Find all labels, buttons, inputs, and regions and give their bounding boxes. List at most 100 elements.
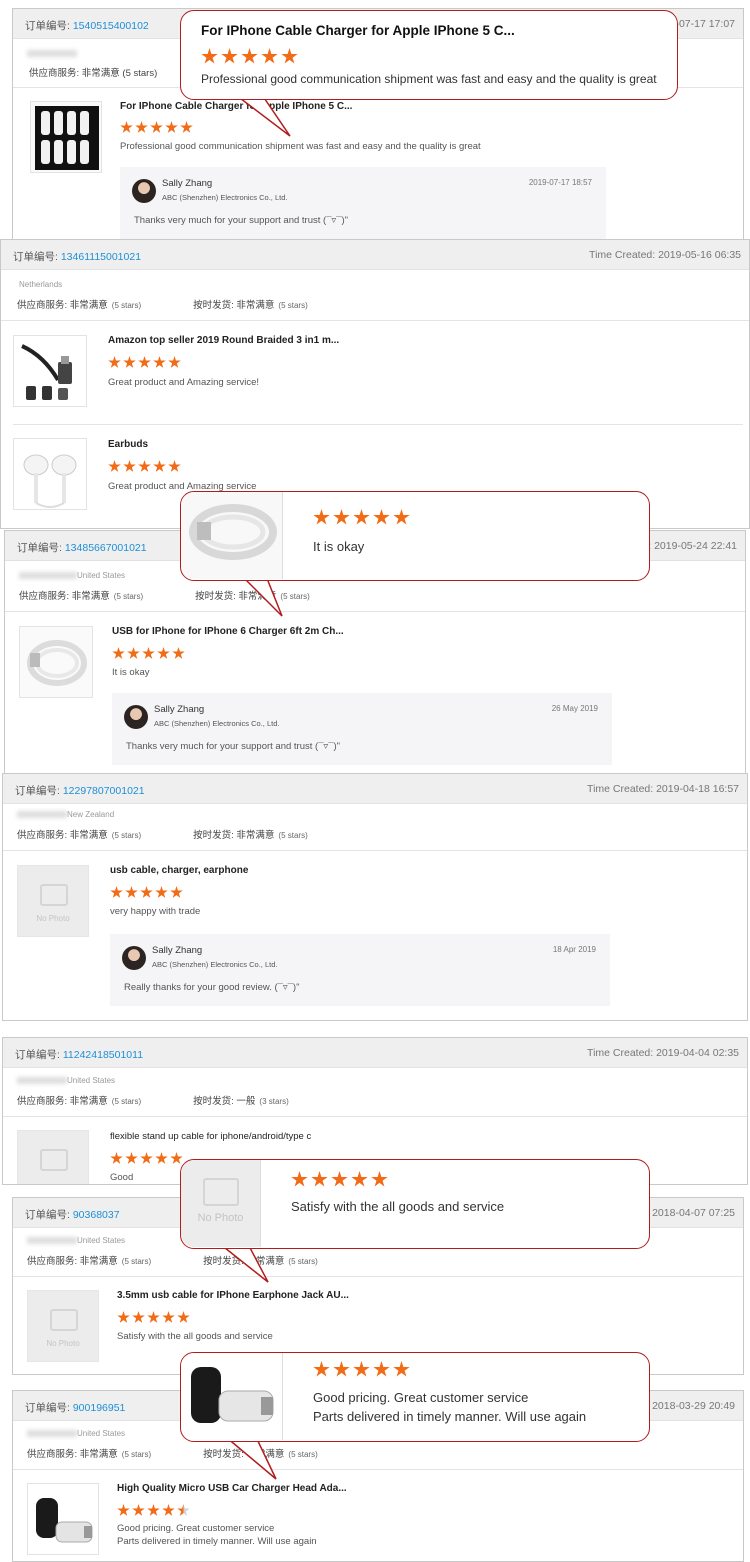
product-thumbnail[interactable] xyxy=(30,101,102,173)
star-icon xyxy=(117,1311,130,1323)
star-icon xyxy=(201,48,218,64)
review-text: Professional good communication shipment… xyxy=(120,141,481,152)
star-icon xyxy=(108,356,121,368)
buyer-country: United States xyxy=(77,1429,126,1438)
star-icon xyxy=(155,886,168,898)
buyer-info: United States xyxy=(17,1076,115,1085)
callout-bubble-4: Good pricing. Great customer service Par… xyxy=(180,1352,650,1442)
product-rating-stars xyxy=(110,886,185,900)
product-title[interactable]: For IPhone Cable Charger for Apple IPhon… xyxy=(120,101,352,112)
shipping-stars: (3 stars) xyxy=(259,1097,289,1106)
star-icon xyxy=(150,121,163,133)
shipping-service: 按时发货: 非常满意 xyxy=(195,591,277,602)
star-icon xyxy=(140,1152,153,1164)
order-header: 订单编号: 13461115001021 Time Created: 2019-… xyxy=(1,240,749,270)
buyer-info: United States xyxy=(27,1236,125,1245)
supplier-stars: (5 stars) xyxy=(121,1450,152,1459)
order-label-row: 订单编号: 13485667001021 xyxy=(17,540,147,555)
callout-product-image xyxy=(181,492,283,579)
avatar xyxy=(124,705,148,729)
product-title[interactable]: Earbuds xyxy=(108,439,148,450)
image-placeholder-icon xyxy=(40,1149,68,1171)
star-icon xyxy=(147,1311,160,1323)
product-thumbnail[interactable] xyxy=(13,438,87,510)
review-text-line-1: Good pricing. Great customer service xyxy=(117,1523,275,1534)
star-icon xyxy=(291,1171,308,1187)
star-icon xyxy=(180,121,193,133)
star-icon xyxy=(157,647,170,659)
order-number-link[interactable]: 13485667001021 xyxy=(65,542,147,554)
product-thumbnail[interactable] xyxy=(19,626,93,698)
star-icon xyxy=(177,1504,190,1516)
no-photo-thumbnail[interactable]: No Photo xyxy=(27,1290,99,1362)
order-number-link[interactable]: 1540515400102 xyxy=(73,20,149,32)
order-number-link[interactable]: 11242418501011 xyxy=(63,1049,143,1061)
avatar xyxy=(122,946,146,970)
shipping-stars: (5 stars) xyxy=(278,301,308,310)
service-ratings: 供应商服务: 非常满意 (5 stars) 按时发货: 非常满意 (5 stars) xyxy=(27,1253,318,1267)
reply-message: Really thanks for your good review. (¯▿¯… xyxy=(124,982,300,993)
star-icon xyxy=(313,1361,330,1377)
supplier-service: 供应商服务: 非常满意 xyxy=(27,1449,118,1460)
no-photo-label: No Photo xyxy=(46,1339,80,1348)
order-label: 订单编号: xyxy=(17,542,62,554)
no-photo-label: No Photo xyxy=(36,914,70,923)
star-icon xyxy=(170,1152,183,1164)
order-number-link[interactable]: 900196951 xyxy=(73,1402,126,1414)
star-icon xyxy=(110,886,123,898)
coiled-cable-image xyxy=(189,504,277,560)
no-photo-thumbnail[interactable] xyxy=(17,1130,89,1184)
order-number-link[interactable]: 13461115001021 xyxy=(61,251,141,263)
buyer-country: United States xyxy=(77,1236,126,1245)
buyer-country: United States xyxy=(77,571,126,580)
order-header: 订单编号: 12297807001021 Time Created: 2019-… xyxy=(3,774,747,804)
supplier-stars: (5 stars) xyxy=(111,831,142,840)
product-title[interactable]: USB for IPhone for IPhone 6 Charger 6ft … xyxy=(112,626,344,637)
product-title[interactable]: 3.5mm usb cable for IPhone Earphone Jack… xyxy=(117,1290,349,1301)
supplier-service: 供应商服务: 非常满意 xyxy=(19,591,110,602)
supplier-stars: (5 stars) xyxy=(121,1257,152,1266)
product-title[interactable]: usb cable, charger, earphone xyxy=(110,865,248,876)
product-thumbnail[interactable] xyxy=(27,1483,99,1555)
star-icon xyxy=(153,356,166,368)
shipping-stars: (5 stars) xyxy=(278,831,308,840)
star-icon xyxy=(333,1361,350,1377)
star-icon xyxy=(311,1171,328,1187)
callout-no-photo-image: No Photo xyxy=(181,1160,261,1247)
star-icon xyxy=(112,647,125,659)
star-icon xyxy=(170,886,183,898)
product-rating-stars xyxy=(112,647,187,661)
supplier-stars: (5 stars) xyxy=(111,301,142,310)
star-icon xyxy=(117,1504,130,1516)
star-icon xyxy=(155,1152,168,1164)
supplier-stars: (5 stars) xyxy=(113,592,144,601)
review-text: very happy with trade xyxy=(110,906,201,917)
buyer-info: United States xyxy=(27,1429,125,1438)
product-title[interactable]: Amazon top seller 2019 Round Braided 3 i… xyxy=(108,335,339,346)
callout-bubble-2: It is okay xyxy=(180,491,650,581)
image-placeholder-icon xyxy=(50,1309,78,1331)
order-number-link[interactable]: 90368037 xyxy=(73,1209,120,1221)
star-icon xyxy=(333,509,350,525)
buyer-country: Netherlands xyxy=(19,280,63,289)
no-photo-thumbnail[interactable]: No Photo xyxy=(17,865,89,937)
shipping-service: 按时发货: 非常满意 xyxy=(203,1256,285,1267)
divider xyxy=(13,424,743,425)
star-icon xyxy=(123,356,136,368)
supplier-service: 供应商服务: 非常满意 xyxy=(17,300,108,311)
product-title[interactable]: flexible stand up cable for iphone/andro… xyxy=(110,1131,311,1142)
divider xyxy=(1,320,749,321)
product-thumbnail[interactable] xyxy=(13,335,87,407)
star-icon xyxy=(162,1504,175,1516)
order-header: 订单编号: 11242418501011 Time Created: 2019-… xyxy=(3,1038,747,1068)
star-icon xyxy=(353,1361,370,1377)
order-number-link[interactable]: 12297807001021 xyxy=(63,785,145,797)
supplier-service: 供应商服务: 非常满意 xyxy=(17,830,108,841)
service-ratings: 供应商服务: 非常满意 (5 stars) 按时发货: 非常满意 (5 stars) xyxy=(27,1446,318,1460)
seller-reply: Sally Zhang ABC (Shenzhen) Electronics C… xyxy=(112,693,612,765)
service-ratings: 供应商服务: 非常满意 (5 stars) 按时发货: 非常满意 (5 stars) xyxy=(19,588,310,602)
service-ratings: 供应商服务: 非常满意 (5 stars) 按时发货: 非常满意 (5 stars) xyxy=(17,827,308,841)
product-title[interactable]: High Quality Micro USB Car Charger Head … xyxy=(117,1483,347,1494)
star-icon xyxy=(132,1311,145,1323)
car-charger-image xyxy=(191,1367,274,1423)
